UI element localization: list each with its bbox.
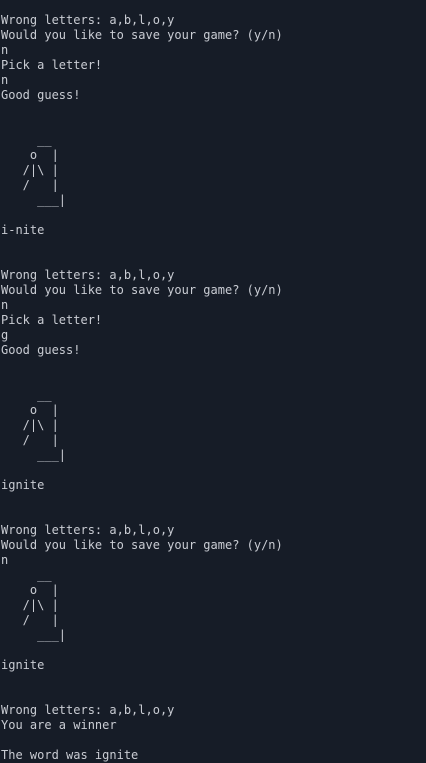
terminal-line: / | — [1, 178, 59, 192]
terminal-line: The word was ignite — [1, 748, 139, 762]
terminal-line: g — [1, 328, 9, 342]
terminal-line: Would you like to save your game? (y/n) — [1, 283, 283, 297]
terminal-line: ignite — [1, 478, 45, 492]
terminal-line: n — [1, 43, 9, 57]
terminal-line: Good guess! — [1, 88, 81, 102]
terminal-line: i-nite — [1, 223, 45, 237]
terminal-line: Wrong letters: a,b,l,o,y — [1, 13, 175, 27]
terminal-line: Wrong letters: a,b,l,o,y — [1, 523, 175, 537]
terminal-line: Would you like to save your game? (y/n) — [1, 28, 283, 42]
terminal-line: n — [1, 73, 9, 87]
terminal-line: / | — [1, 613, 59, 627]
terminal-line: ___| — [1, 628, 67, 642]
terminal-line: / | — [1, 433, 59, 447]
terminal-line: Pick a letter! — [1, 58, 103, 72]
terminal-line: /|\ | — [1, 598, 59, 612]
terminal-line: __ — [1, 133, 52, 147]
terminal-line: o | — [1, 403, 59, 417]
terminal-line: Wrong letters: a,b,l,o,y — [1, 703, 175, 717]
terminal-output: Wrong letters: a,b,l,o,y Would you like t… — [1, 13, 425, 763]
terminal-line: __ — [1, 568, 52, 582]
terminal-line: ignite — [1, 658, 45, 672]
terminal-line: o | — [1, 583, 59, 597]
terminal-line: ___| — [1, 448, 67, 462]
terminal-line: n — [1, 553, 9, 567]
terminal-line: n — [1, 298, 9, 312]
terminal-line: You are a winner — [1, 718, 117, 732]
terminal-line: Pick a letter! — [1, 313, 103, 327]
terminal-line: Good guess! — [1, 343, 81, 357]
terminal-line: o | — [1, 148, 59, 162]
terminal-line: ___| — [1, 193, 67, 207]
terminal-line: __ — [1, 388, 52, 402]
terminal-line: Would you like to save your game? (y/n) — [1, 538, 283, 552]
terminal-line: /|\ | — [1, 418, 59, 432]
terminal-line: /|\ | — [1, 163, 59, 177]
terminal-line: Wrong letters: a,b,l,o,y — [1, 268, 175, 282]
